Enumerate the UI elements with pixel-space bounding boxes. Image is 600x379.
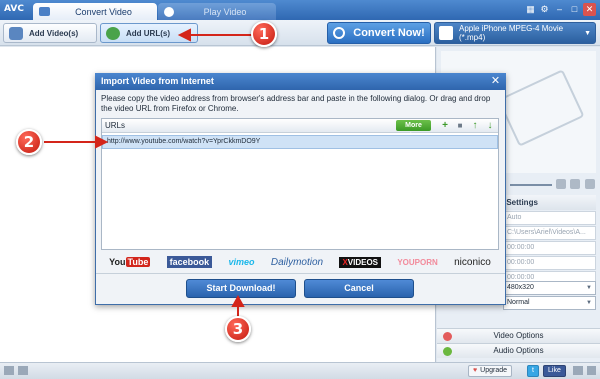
info-icon[interactable]: ▦ <box>524 3 537 16</box>
cancel-button[interactable]: Cancel <box>304 279 414 298</box>
urls-header: URLs <box>102 119 498 133</box>
convert-video-icon <box>39 7 50 16</box>
settings-row[interactable]: Auto <box>503 211 596 225</box>
chevron-down-icon: ▼ <box>586 285 592 291</box>
youtube-logo-text: You <box>109 257 126 267</box>
add-url-button[interactable]: Add URL(s) <box>100 23 198 43</box>
resolution-select[interactable]: 480x320 ▼ <box>503 281 596 295</box>
facebook-logo: facebook <box>166 256 213 268</box>
menu-icon[interactable] <box>587 366 596 375</box>
start-time-field[interactable]: 00:00:00 <box>503 241 596 255</box>
step-3-badge: 3 <box>225 316 251 342</box>
trash-icon[interactable]: ■ <box>455 120 465 131</box>
settings-icon[interactable] <box>585 179 595 189</box>
gear-icon[interactable]: ⚙ <box>538 3 551 16</box>
refresh-icon <box>333 27 346 39</box>
upgrade-icon: ♥ <box>473 367 478 374</box>
add-videos-button[interactable]: Add Video(s) <box>3 23 97 43</box>
convert-now-button[interactable]: Convert Now! <box>327 22 431 44</box>
niconico-logo: niconico <box>454 256 491 268</box>
video-options-row[interactable]: Video Options <box>437 328 600 343</box>
tab-label: Play Video <box>203 6 247 17</box>
more-sites-button[interactable]: More Sites <box>396 120 431 140</box>
xvideos-logo: XVIDEOS <box>339 256 382 268</box>
tab-play-video[interactable]: Play Video <box>158 3 276 20</box>
twitter-icon: t <box>532 367 534 374</box>
step-1-badge: 1 <box>251 21 277 47</box>
step-2-badge: 2 <box>16 129 42 155</box>
divider <box>96 273 505 274</box>
start-download-button[interactable]: Start Download! <box>186 279 296 298</box>
film-add-icon <box>9 26 23 40</box>
facebook-like-label: Like <box>548 367 561 374</box>
quality-select[interactable]: Normal ▼ <box>503 296 596 310</box>
add-videos-label: Add Video(s) <box>29 28 79 38</box>
quality-value: Normal <box>507 299 530 306</box>
app-logo: AVC <box>4 4 24 14</box>
dialog-title: Import Video from Internet <box>95 73 506 90</box>
volume-slider[interactable] <box>510 184 552 186</box>
dailymotion-logo: Dailymotion <box>270 256 324 268</box>
supported-sites-row: You Tube facebook vimeo Dailymotion XVIDE… <box>101 252 499 272</box>
vimeo-logo: vimeo <box>228 257 255 267</box>
upgrade-label: Upgrade <box>480 367 508 374</box>
youtube-logo-tube: Tube <box>125 257 151 267</box>
output-folder-field[interactable]: C:\Users\Ariel\Videos\A... <box>503 226 596 240</box>
dialog-instructions: Please copy the video address from brows… <box>101 94 491 113</box>
convert-now-label: Convert Now! <box>353 27 425 39</box>
resolution-value: 480x320 <box>507 284 534 291</box>
audio-options-icon <box>443 347 452 356</box>
fullscreen-icon[interactable] <box>18 366 28 375</box>
minimize-icon[interactable]: – <box>553 3 566 16</box>
chevron-down-icon: ▼ <box>586 300 592 306</box>
arrow-up-icon[interactable]: ↑ <box>470 120 480 131</box>
youporn-logo: YOUPORN <box>397 257 438 267</box>
youtube-logo: You Tube <box>109 257 151 267</box>
xvideos-logo-text: VIDEOS <box>347 257 379 267</box>
url-list-item[interactable]: http://www.youtube.com/watch?v=YprCkkmDO… <box>102 135 498 149</box>
output-profile-select[interactable]: Apple iPhone MPEG-4 Movie (*.mp4) ▼ <box>434 22 596 44</box>
audio-options-label: Audio Options <box>493 346 544 355</box>
stop-time-field[interactable]: 00:00:00 <box>503 256 596 270</box>
profile-label: Apple iPhone MPEG-4 Movie (*.mp4) <box>459 24 564 42</box>
tab-convert-video[interactable]: Convert Video <box>33 3 157 20</box>
play-icon <box>164 6 174 17</box>
upgrade-button[interactable]: ♥ Upgrade <box>468 365 513 377</box>
device-icon <box>439 26 453 40</box>
add-url-label: Add URL(s) <box>126 28 170 38</box>
arrow-down-icon[interactable]: ↓ <box>485 120 495 131</box>
tab-label: Convert Video <box>75 6 132 17</box>
close-icon[interactable]: ✕ <box>583 3 596 16</box>
help-icon[interactable] <box>573 366 583 375</box>
audio-options-row[interactable]: Audio Options <box>437 343 600 358</box>
video-options-label: Video Options <box>493 331 544 340</box>
maximize-icon[interactable]: □ <box>568 3 581 16</box>
globe-add-icon <box>106 26 120 40</box>
close-icon[interactable]: ✕ <box>489 75 502 88</box>
add-icon[interactable]: + <box>440 120 450 131</box>
chevron-down-icon: ▼ <box>584 29 591 37</box>
folder-icon[interactable] <box>570 179 580 189</box>
video-options-icon <box>443 332 452 341</box>
facebook-like-button[interactable]: Like <box>543 365 566 377</box>
snapshot-icon[interactable] <box>556 179 566 189</box>
twitter-button[interactable]: t <box>527 365 539 377</box>
panel-toggle-icon[interactable] <box>4 366 14 375</box>
